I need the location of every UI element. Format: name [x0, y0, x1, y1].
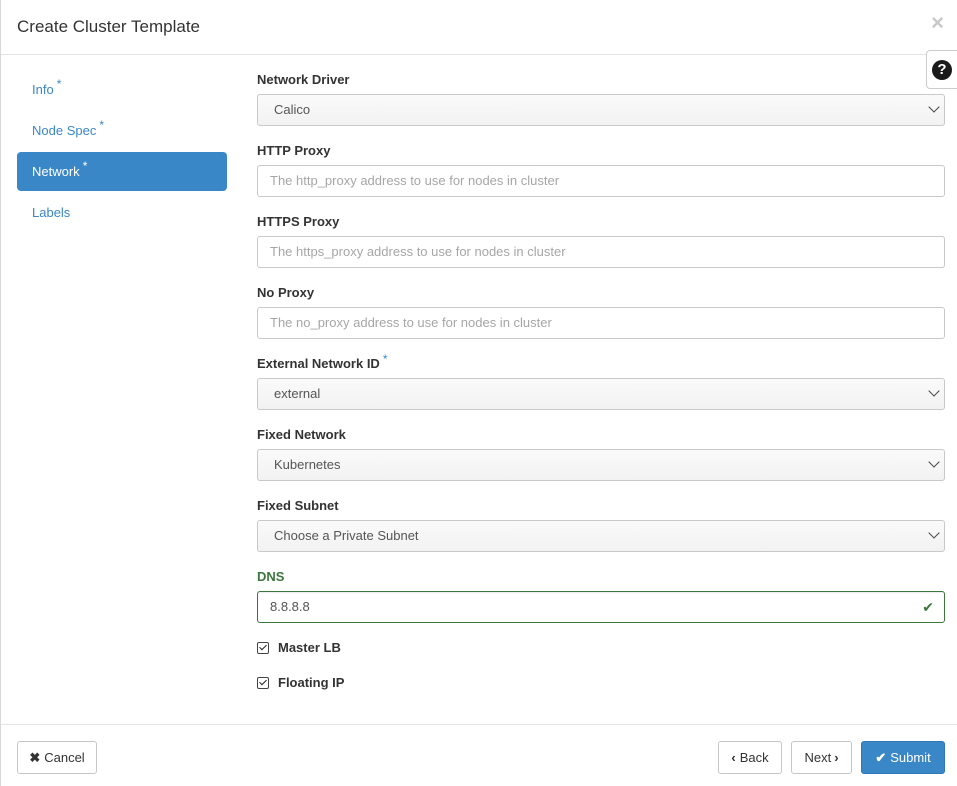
- external-network-label-text: External Network ID: [257, 356, 380, 371]
- nav-item-info[interactable]: Info *: [17, 70, 227, 109]
- create-cluster-template-modal: Create Cluster Template × ? Info * Node S…: [0, 0, 957, 786]
- dns-input[interactable]: 8.8.8.8 ✔: [257, 591, 945, 623]
- https-proxy-input[interactable]: The https_proxy address to use for nodes…: [257, 236, 945, 268]
- nav-item-labels[interactable]: Labels: [17, 193, 227, 232]
- nav-item-label: Network: [32, 164, 80, 179]
- close-icon[interactable]: ×: [931, 12, 944, 34]
- nav-item-node-spec[interactable]: Node Spec *: [17, 111, 227, 150]
- dns-group: DNS 8.8.8.8 ✔: [257, 569, 945, 640]
- fixed-network-select[interactable]: Kubernetes: [257, 449, 945, 481]
- next-button[interactable]: Next ›: [791, 741, 852, 774]
- no-proxy-placeholder: The no_proxy address to use for nodes in…: [270, 315, 552, 330]
- modal-header: Create Cluster Template ×: [1, 0, 957, 55]
- wizard-steps-nav: Info * Node Spec * Network * Labels: [17, 70, 227, 234]
- required-marker: *: [382, 352, 388, 366]
- network-driver-select[interactable]: Calico: [257, 94, 945, 126]
- external-network-value: external: [274, 386, 321, 401]
- https-proxy-group: HTTPS Proxy The https_proxy address to u…: [257, 214, 945, 285]
- fixed-subnet-value: Choose a Private Subnet: [274, 528, 419, 543]
- required-marker: *: [99, 118, 104, 132]
- master-lb-checkbox[interactable]: [257, 642, 269, 654]
- https-proxy-label: HTTPS Proxy: [257, 214, 340, 229]
- nav-item-network[interactable]: Network *: [17, 152, 227, 191]
- no-proxy-group: No Proxy The no_proxy address to use for…: [257, 285, 945, 356]
- http-proxy-placeholder: The http_proxy address to use for nodes …: [270, 173, 560, 188]
- master-lb-label[interactable]: Master LB: [278, 640, 341, 655]
- modal-footer: ✖ Cancel ‹ Back Next › ✔ Submit: [1, 724, 957, 786]
- external-network-group: External Network ID * external: [257, 352, 945, 427]
- external-network-select[interactable]: external: [257, 378, 945, 410]
- nav-item-label: Node Spec: [32, 123, 97, 138]
- chevron-down-icon: [928, 101, 940, 113]
- fixed-subnet-group: Fixed Subnet Choose a Private Subnet: [257, 498, 945, 569]
- external-network-label: External Network ID *: [257, 352, 945, 376]
- floating-ip-row: Floating IP: [257, 675, 945, 712]
- fixed-subnet-label: Fixed Subnet: [257, 498, 339, 513]
- checkmark-icon: ✔: [875, 750, 887, 765]
- cancel-button[interactable]: ✖ Cancel: [17, 741, 97, 774]
- floating-ip-checkbox[interactable]: [257, 677, 269, 689]
- submit-button[interactable]: ✔ Submit: [861, 741, 945, 774]
- dns-value: 8.8.8.8: [270, 599, 310, 614]
- no-proxy-input[interactable]: The no_proxy address to use for nodes in…: [257, 307, 945, 339]
- network-driver-group: Network Driver Calico: [257, 72, 945, 143]
- fixed-network-value: Kubernetes: [274, 457, 341, 472]
- fixed-network-group: Fixed Network Kubernetes: [257, 427, 945, 498]
- http-proxy-label: HTTP Proxy: [257, 143, 331, 158]
- network-form: Network Driver Calico HTTP Proxy The htt…: [257, 72, 945, 712]
- back-button[interactable]: ‹ Back: [718, 741, 782, 774]
- chevron-right-icon: ›: [834, 750, 839, 765]
- chevron-left-icon: ‹: [731, 750, 736, 765]
- network-driver-value: Calico: [274, 102, 311, 117]
- floating-ip-label[interactable]: Floating IP: [278, 675, 344, 690]
- dns-label: DNS: [257, 569, 285, 584]
- submit-label: Submit: [890, 750, 931, 765]
- http-proxy-input[interactable]: The http_proxy address to use for nodes …: [257, 165, 945, 197]
- modal-title: Create Cluster Template: [17, 17, 200, 36]
- checkmark-icon: ✔: [922, 599, 934, 615]
- network-driver-label: Network Driver: [257, 72, 350, 87]
- required-marker: *: [56, 77, 62, 91]
- nav-item-label: Info: [32, 82, 54, 97]
- https-proxy-placeholder: The https_proxy address to use for nodes…: [270, 244, 566, 259]
- back-label: Back: [739, 750, 769, 765]
- nav-item-label: Labels: [32, 205, 71, 220]
- cancel-label: Cancel: [44, 750, 85, 765]
- chevron-down-icon: [928, 527, 940, 539]
- no-proxy-label: No Proxy: [257, 285, 315, 300]
- master-lb-row: Master LB: [257, 640, 945, 677]
- chevron-down-icon: [928, 385, 940, 397]
- chevron-down-icon: [928, 456, 940, 468]
- required-marker: *: [82, 159, 88, 173]
- fixed-subnet-select[interactable]: Choose a Private Subnet: [257, 520, 945, 552]
- next-label: Next: [804, 750, 832, 765]
- http-proxy-group: HTTP Proxy The http_proxy address to use…: [257, 143, 945, 214]
- fixed-network-label: Fixed Network: [257, 427, 346, 442]
- close-icon: ✖: [29, 750, 41, 765]
